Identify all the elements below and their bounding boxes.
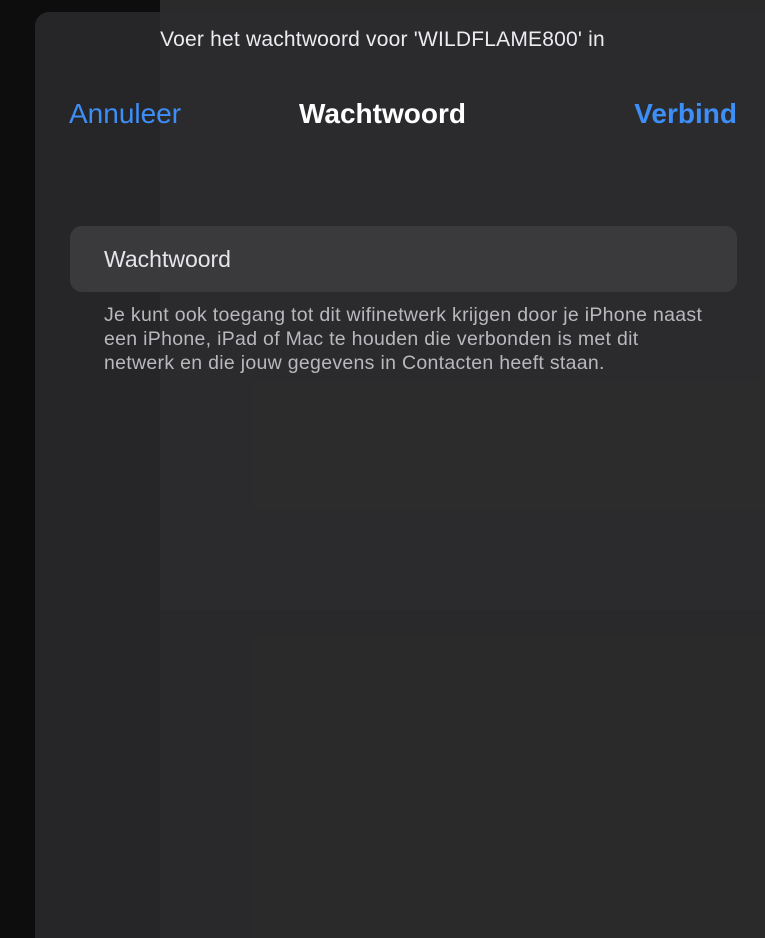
nearby-sharing-footnote: Je kunt ook toegang tot dit wifinetwerk … bbox=[104, 304, 703, 374]
password-field-container[interactable] bbox=[70, 226, 737, 292]
cancel-button[interactable]: Annuleer bbox=[69, 98, 181, 130]
password-input[interactable] bbox=[104, 245, 737, 273]
connect-button[interactable]: Verbind bbox=[634, 98, 737, 130]
navigation-bar: Annuleer Wachtwoord Verbind bbox=[0, 98, 765, 138]
network-prompt: Voer het wachtwoord voor 'WILDFLAME800' … bbox=[160, 28, 605, 51]
screen: Voer het wachtwoord voor 'WILDFLAME800' … bbox=[0, 0, 765, 938]
password-sheet bbox=[35, 12, 765, 938]
